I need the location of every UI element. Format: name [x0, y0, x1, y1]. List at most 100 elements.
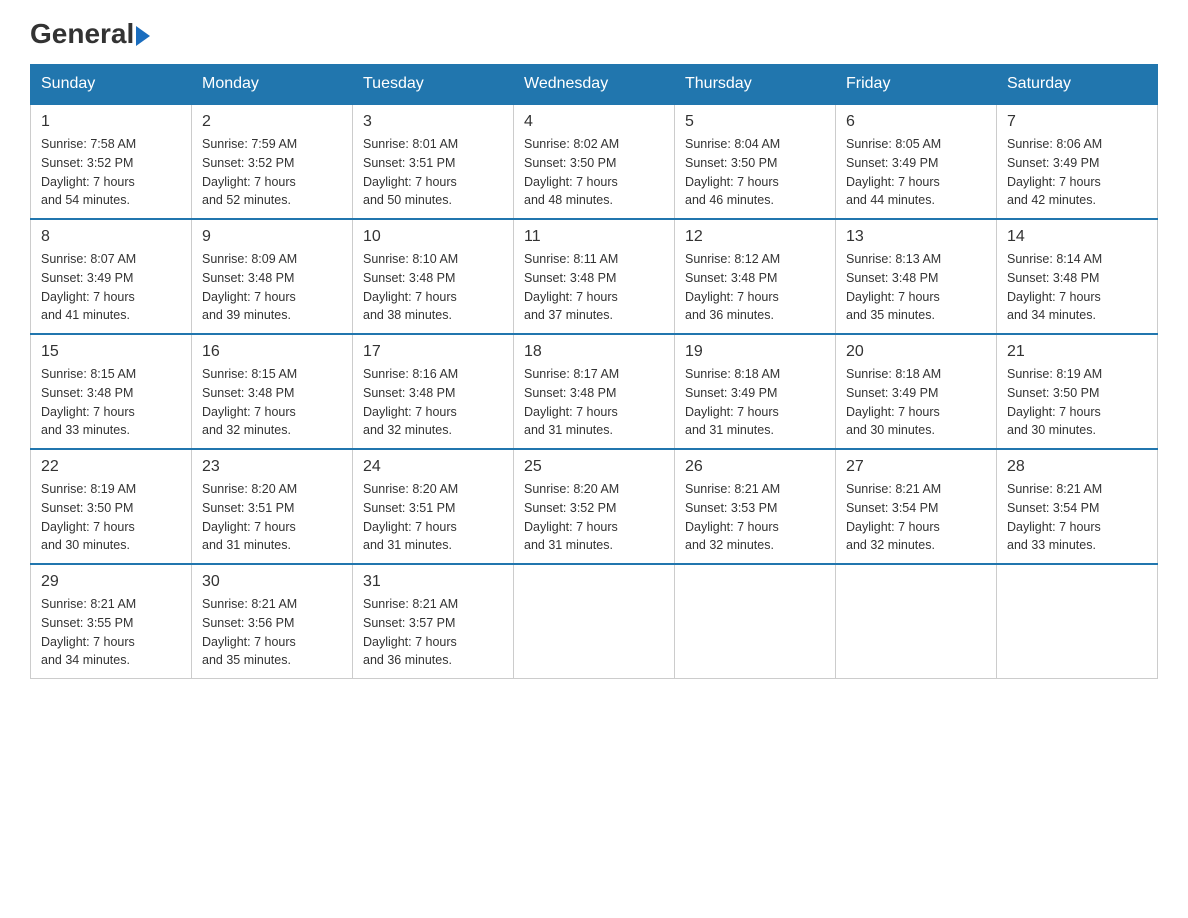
- day-number: 10: [363, 228, 503, 246]
- calendar-cell: 14 Sunrise: 8:14 AMSunset: 3:48 PMDayligh…: [997, 219, 1158, 334]
- calendar-cell: 26 Sunrise: 8:21 AMSunset: 3:53 PMDayligh…: [675, 449, 836, 564]
- day-info: Sunrise: 8:18 AMSunset: 3:49 PMDaylight:…: [685, 365, 825, 440]
- calendar-cell: 24 Sunrise: 8:20 AMSunset: 3:51 PMDayligh…: [353, 449, 514, 564]
- day-number: 22: [41, 458, 181, 476]
- day-info: Sunrise: 8:20 AMSunset: 3:51 PMDaylight:…: [363, 480, 503, 555]
- calendar-cell: 10 Sunrise: 8:10 AMSunset: 3:48 PMDayligh…: [353, 219, 514, 334]
- day-number: 17: [363, 343, 503, 361]
- day-number: 18: [524, 343, 664, 361]
- day-number: 29: [41, 573, 181, 591]
- calendar-cell: 5Sunrise: 8:04 AMSunset: 3:50 PMDaylight…: [675, 104, 836, 219]
- day-info: Sunrise: 8:21 AMSunset: 3:54 PMDaylight:…: [1007, 480, 1147, 555]
- calendar-cell: 8 Sunrise: 8:07 AMSunset: 3:49 PMDaylight…: [31, 219, 192, 334]
- day-number: 26: [685, 458, 825, 476]
- day-number: 25: [524, 458, 664, 476]
- day-info: Sunrise: 8:07 AMSunset: 3:49 PMDaylight:…: [41, 250, 181, 325]
- day-info: Sunrise: 8:05 AMSunset: 3:49 PMDaylight:…: [846, 135, 986, 210]
- calendar-cell: 13Sunrise: 8:13 AMSunset: 3:48 PMDayligh…: [836, 219, 997, 334]
- logo-arrow-icon: [136, 26, 150, 46]
- day-number: 2: [202, 113, 342, 131]
- day-number: 13: [846, 228, 986, 246]
- day-info: Sunrise: 8:10 AMSunset: 3:48 PMDaylight:…: [363, 250, 503, 325]
- day-info: Sunrise: 8:04 AMSunset: 3:50 PMDaylight:…: [685, 135, 825, 210]
- day-number: 9: [202, 228, 342, 246]
- calendar-body: 1Sunrise: 7:58 AMSunset: 3:52 PMDaylight…: [31, 104, 1158, 679]
- day-info: Sunrise: 8:21 AMSunset: 3:56 PMDaylight:…: [202, 595, 342, 670]
- day-info: Sunrise: 7:59 AMSunset: 3:52 PMDaylight:…: [202, 135, 342, 210]
- page-header: General: [30, 20, 1158, 44]
- day-number: 20: [846, 343, 986, 361]
- calendar-cell: 30 Sunrise: 8:21 AMSunset: 3:56 PMDayligh…: [192, 564, 353, 679]
- calendar-cell: 23Sunrise: 8:20 AMSunset: 3:51 PMDayligh…: [192, 449, 353, 564]
- day-info: Sunrise: 8:20 AMSunset: 3:51 PMDaylight:…: [202, 480, 342, 555]
- calendar-cell: 2 Sunrise: 7:59 AMSunset: 3:52 PMDaylight…: [192, 104, 353, 219]
- day-number: 24: [363, 458, 503, 476]
- week-row-5: 29 Sunrise: 8:21 AMSunset: 3:55 PMDayligh…: [31, 564, 1158, 679]
- day-number: 30: [202, 573, 342, 591]
- day-info: Sunrise: 8:15 AMSunset: 3:48 PMDaylight:…: [41, 365, 181, 440]
- calendar-table: SundayMondayTuesdayWednesdayThursdayFrid…: [30, 64, 1158, 679]
- day-number: 12: [685, 228, 825, 246]
- day-number: 11: [524, 228, 664, 246]
- calendar-cell: [997, 564, 1158, 679]
- week-row-4: 22 Sunrise: 8:19 AMSunset: 3:50 PMDayligh…: [31, 449, 1158, 564]
- calendar-cell: 12 Sunrise: 8:12 AMSunset: 3:48 PMDayligh…: [675, 219, 836, 334]
- calendar-cell: 3Sunrise: 8:01 AMSunset: 3:51 PMDaylight…: [353, 104, 514, 219]
- day-number: 31: [363, 573, 503, 591]
- calendar-cell: 17 Sunrise: 8:16 AMSunset: 3:48 PMDayligh…: [353, 334, 514, 449]
- calendar-cell: [675, 564, 836, 679]
- day-number: 28: [1007, 458, 1147, 476]
- day-info: Sunrise: 8:12 AMSunset: 3:48 PMDaylight:…: [685, 250, 825, 325]
- calendar-header: SundayMondayTuesdayWednesdayThursdayFrid…: [31, 65, 1158, 105]
- logo-general: General: [30, 18, 134, 49]
- day-info: Sunrise: 8:19 AMSunset: 3:50 PMDaylight:…: [41, 480, 181, 555]
- weekday-saturday: Saturday: [997, 65, 1158, 105]
- day-info: Sunrise: 8:15 AMSunset: 3:48 PMDaylight:…: [202, 365, 342, 440]
- weekday-friday: Friday: [836, 65, 997, 105]
- day-info: Sunrise: 8:01 AMSunset: 3:51 PMDaylight:…: [363, 135, 503, 210]
- day-info: Sunrise: 8:02 AMSunset: 3:50 PMDaylight:…: [524, 135, 664, 210]
- day-number: 15: [41, 343, 181, 361]
- day-number: 27: [846, 458, 986, 476]
- day-info: Sunrise: 8:21 AMSunset: 3:54 PMDaylight:…: [846, 480, 986, 555]
- day-info: Sunrise: 8:21 AMSunset: 3:53 PMDaylight:…: [685, 480, 825, 555]
- day-number: 1: [41, 113, 181, 131]
- calendar-cell: 27 Sunrise: 8:21 AMSunset: 3:54 PMDayligh…: [836, 449, 997, 564]
- day-number: 8: [41, 228, 181, 246]
- calendar-cell: 29 Sunrise: 8:21 AMSunset: 3:55 PMDayligh…: [31, 564, 192, 679]
- calendar-cell: 16 Sunrise: 8:15 AMSunset: 3:48 PMDayligh…: [192, 334, 353, 449]
- day-number: 21: [1007, 343, 1147, 361]
- weekday-header-row: SundayMondayTuesdayWednesdayThursdayFrid…: [31, 65, 1158, 105]
- calendar-cell: 4 Sunrise: 8:02 AMSunset: 3:50 PMDaylight…: [514, 104, 675, 219]
- day-number: 14: [1007, 228, 1147, 246]
- weekday-wednesday: Wednesday: [514, 65, 675, 105]
- day-number: 6: [846, 113, 986, 131]
- calendar-cell: 18Sunrise: 8:17 AMSunset: 3:48 PMDayligh…: [514, 334, 675, 449]
- calendar-cell: 11Sunrise: 8:11 AMSunset: 3:48 PMDayligh…: [514, 219, 675, 334]
- weekday-sunday: Sunday: [31, 65, 192, 105]
- calendar-cell: 9 Sunrise: 8:09 AMSunset: 3:48 PMDaylight…: [192, 219, 353, 334]
- day-number: 7: [1007, 113, 1147, 131]
- calendar-cell: 25 Sunrise: 8:20 AMSunset: 3:52 PMDayligh…: [514, 449, 675, 564]
- day-info: Sunrise: 8:16 AMSunset: 3:48 PMDaylight:…: [363, 365, 503, 440]
- week-row-3: 15 Sunrise: 8:15 AMSunset: 3:48 PMDayligh…: [31, 334, 1158, 449]
- calendar-cell: 7Sunrise: 8:06 AMSunset: 3:49 PMDaylight…: [997, 104, 1158, 219]
- day-info: Sunrise: 8:09 AMSunset: 3:48 PMDaylight:…: [202, 250, 342, 325]
- day-info: Sunrise: 8:20 AMSunset: 3:52 PMDaylight:…: [524, 480, 664, 555]
- day-info: Sunrise: 8:14 AMSunset: 3:48 PMDaylight:…: [1007, 250, 1147, 325]
- weekday-tuesday: Tuesday: [353, 65, 514, 105]
- day-number: 19: [685, 343, 825, 361]
- calendar-cell: 6 Sunrise: 8:05 AMSunset: 3:49 PMDaylight…: [836, 104, 997, 219]
- calendar-cell: 22 Sunrise: 8:19 AMSunset: 3:50 PMDayligh…: [31, 449, 192, 564]
- calendar-cell: [836, 564, 997, 679]
- day-info: Sunrise: 8:19 AMSunset: 3:50 PMDaylight:…: [1007, 365, 1147, 440]
- week-row-2: 8 Sunrise: 8:07 AMSunset: 3:49 PMDaylight…: [31, 219, 1158, 334]
- weekday-thursday: Thursday: [675, 65, 836, 105]
- calendar-cell: 20 Sunrise: 8:18 AMSunset: 3:49 PMDayligh…: [836, 334, 997, 449]
- day-info: Sunrise: 8:18 AMSunset: 3:49 PMDaylight:…: [846, 365, 986, 440]
- day-number: 4: [524, 113, 664, 131]
- calendar-cell: 21 Sunrise: 8:19 AMSunset: 3:50 PMDayligh…: [997, 334, 1158, 449]
- day-info: Sunrise: 8:21 AMSunset: 3:55 PMDaylight:…: [41, 595, 181, 670]
- calendar-cell: 15 Sunrise: 8:15 AMSunset: 3:48 PMDayligh…: [31, 334, 192, 449]
- day-number: 16: [202, 343, 342, 361]
